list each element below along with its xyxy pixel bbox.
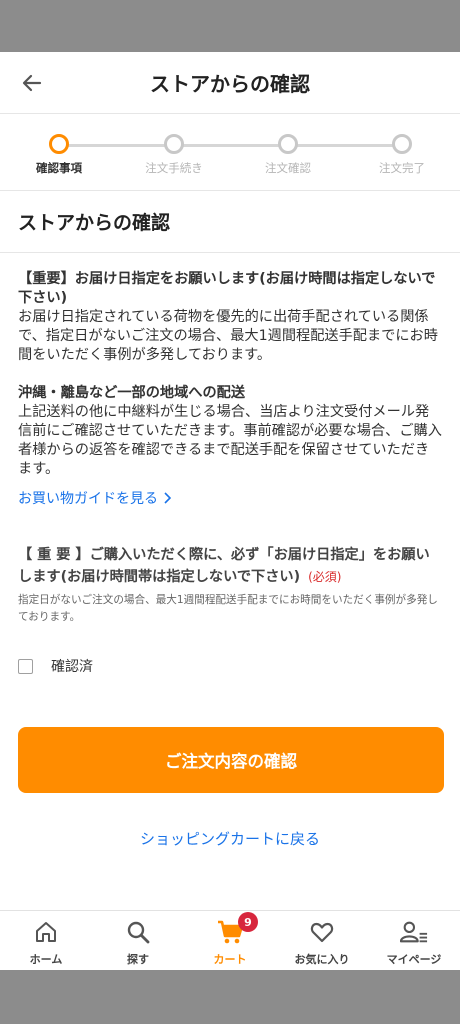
search-icon [124,918,152,946]
notice-body: 上記送料の他に中継料が生じる場合、当店より注文受付メール発信前にご確認させていた… [18,404,442,477]
confirm-order-button[interactable]: ご注文内容の確認 [18,727,444,793]
tab-mypage[interactable]: マイページ [368,911,460,970]
step-order-confirm: 注文確認 [240,134,336,176]
step-label: 注文手続き [145,161,203,175]
notice-body: お届け日指定されている荷物を優先的に出荷手配されている関係で、指定日がないご注文… [18,309,438,363]
step-indicator-active [49,134,69,154]
tab-label: ホーム [29,953,63,966]
user-list-icon [400,918,428,946]
required-confirmation: 【 重 要 】ご購入いただく際に、必ず「お届け日指定」をお願いします(お届け時間… [18,544,442,626]
tab-cart[interactable]: 9 カート [184,911,276,970]
confirmed-checkbox[interactable] [18,658,33,674]
tab-favorites[interactable]: お気に入り [276,911,368,970]
step-order-complete: 注文完了 [354,134,450,176]
confirmed-checkbox-row[interactable]: 確認済 [18,655,442,677]
cart-count-badge: 9 [238,912,258,932]
step-indicator [392,134,412,154]
required-description: 指定日がないご注文の場合、最大1週間程配送手配までにお時間をいただく事例が多発し… [18,594,438,623]
notice-remote-delivery: 沖縄・離島など一部の地域への配送 上記送料の他に中継料が生じる場合、当店より注文… [18,384,442,479]
tab-label: 探す [127,953,149,966]
notice-delivery-date: 【重要】お届け日指定をお願いします(お届け時間は指定しないで下さい) お届け日指… [18,270,442,365]
progress-stepper: 確認事項 注文手続き 注文確認 注文完了 [0,114,460,191]
tab-home[interactable]: ホーム [0,911,92,970]
header: ストアからの確認 [0,52,460,114]
page-title: ストアからの確認 [150,72,310,96]
system-nav-area [0,970,460,1024]
step-indicator [164,134,184,154]
required-title-text: 【 重 要 】ご購入いただく際に、必ず「お届け日指定」をお願いします(お届け時間… [18,547,430,585]
guide-link-label: お買い物ガイドを見る [18,491,158,507]
back-button[interactable] [14,65,50,101]
step-label: 確認事項 [36,161,82,175]
tab-search[interactable]: 探す [92,911,184,970]
app-screen: ストアからの確認 確認事項 注文手続き 注文確認 注文完了 ストアからの確認 【… [0,52,460,970]
required-title: 【 重 要 】ご購入いただく際に、必ず「お届け日指定」をお願いします(お届け時間… [18,544,442,588]
step-label: 注文確認 [265,161,311,175]
step-indicator [278,134,298,154]
checkbox-label: 確認済 [51,659,93,675]
back-to-cart-link[interactable]: ショッピングカートに戻る [0,828,460,849]
tab-label: お気に入り [294,953,350,966]
shopping-guide-link[interactable]: お買い物ガイドを見る [18,488,171,508]
bottom-tab-bar: ホーム 探す 9 カート お気に入り マイページ [0,910,460,970]
section-title: ストアからの確認 [0,191,460,253]
tab-label: マイページ [386,953,442,966]
arrow-left-icon [22,74,42,92]
tab-label: カート [213,953,247,966]
status-bar-area [0,0,460,52]
heart-icon [308,918,336,946]
required-tag: (必須) [308,570,342,584]
notice-heading: 沖縄・離島など一部の地域への配送 [18,385,246,401]
store-notices: 【重要】お届け日指定をお願いします(お届け時間は指定しないで下さい) お届け日指… [0,253,460,677]
notice-heading: 【重要】お届け日指定をお願いします(お届け時間は指定しないで下さい) [18,271,436,306]
step-order-procedure: 注文手続き [126,134,222,176]
step-confirmation-items: 確認事項 [11,134,107,176]
home-icon [32,918,60,946]
step-label: 注文完了 [379,161,425,175]
chevron-right-icon [164,492,171,504]
